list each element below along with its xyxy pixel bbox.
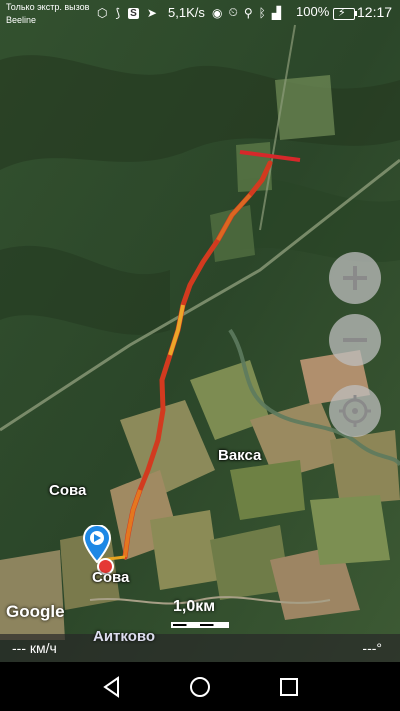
bluetooth-icon: ᛒ xyxy=(258,5,266,20)
clock-icon: ⏲ xyxy=(228,5,238,19)
s-app-icon: S xyxy=(128,7,139,19)
home-circle-icon[interactable] xyxy=(187,674,213,700)
battery-percent: 100% xyxy=(296,4,330,19)
scale-label: 1,0км xyxy=(173,598,216,615)
my-location-button[interactable] xyxy=(329,385,381,437)
heading-readout: ---° xyxy=(362,640,382,656)
notification-icons: ⬡ ⟆ S ➤ xyxy=(97,6,157,20)
zoom-out-button[interactable] xyxy=(329,314,381,366)
signal-sync-icon: ⟆ xyxy=(115,6,121,20)
net-speed: 5,1K/s xyxy=(168,5,205,20)
scale-bar xyxy=(171,622,229,628)
carrier-line2: Beeline xyxy=(6,15,37,25)
clock-time: 12:17 xyxy=(357,4,393,20)
recents-square-icon[interactable] xyxy=(276,674,302,700)
place-aitkovo: Аитково xyxy=(93,628,156,645)
place-sova-upper: Сова xyxy=(49,482,87,499)
system-icons: ◉ ⏲ ⚲ ᛒ ▟ xyxy=(212,5,281,20)
speed-readout: --- км/ч xyxy=(12,640,57,656)
cell-signal-icon: ▟ xyxy=(271,5,282,20)
google-logo: Google xyxy=(6,602,65,621)
satellite-map[interactable]: Вакса Сова Сова Google 1,0км Аитково ---… xyxy=(0,0,400,662)
system-nav-bar xyxy=(0,662,400,711)
place-sova-lower: Сова xyxy=(92,569,130,586)
plus-icon xyxy=(343,266,367,290)
telegram-icon: ➤ xyxy=(146,6,157,20)
back-triangle-icon[interactable] xyxy=(99,674,125,700)
battery-icon: ⚡ xyxy=(333,7,357,20)
location-icon: ⚲ xyxy=(243,5,253,20)
place-vaksa: Вакса xyxy=(218,447,262,464)
locate-icon xyxy=(339,395,371,427)
app-icon: ⬡ xyxy=(97,6,108,20)
status-bar: Только экстр. вызов Beeline ⬡ ⟆ S ➤ 5,1K… xyxy=(0,0,400,28)
hotspot-icon: ◉ xyxy=(212,5,223,20)
zoom-in-button[interactable] xyxy=(329,252,381,304)
carrier-line1: Только экстр. вызов xyxy=(6,2,90,12)
minus-icon xyxy=(343,338,367,342)
info-bar: Аитково --- км/ч ---° xyxy=(0,628,400,662)
